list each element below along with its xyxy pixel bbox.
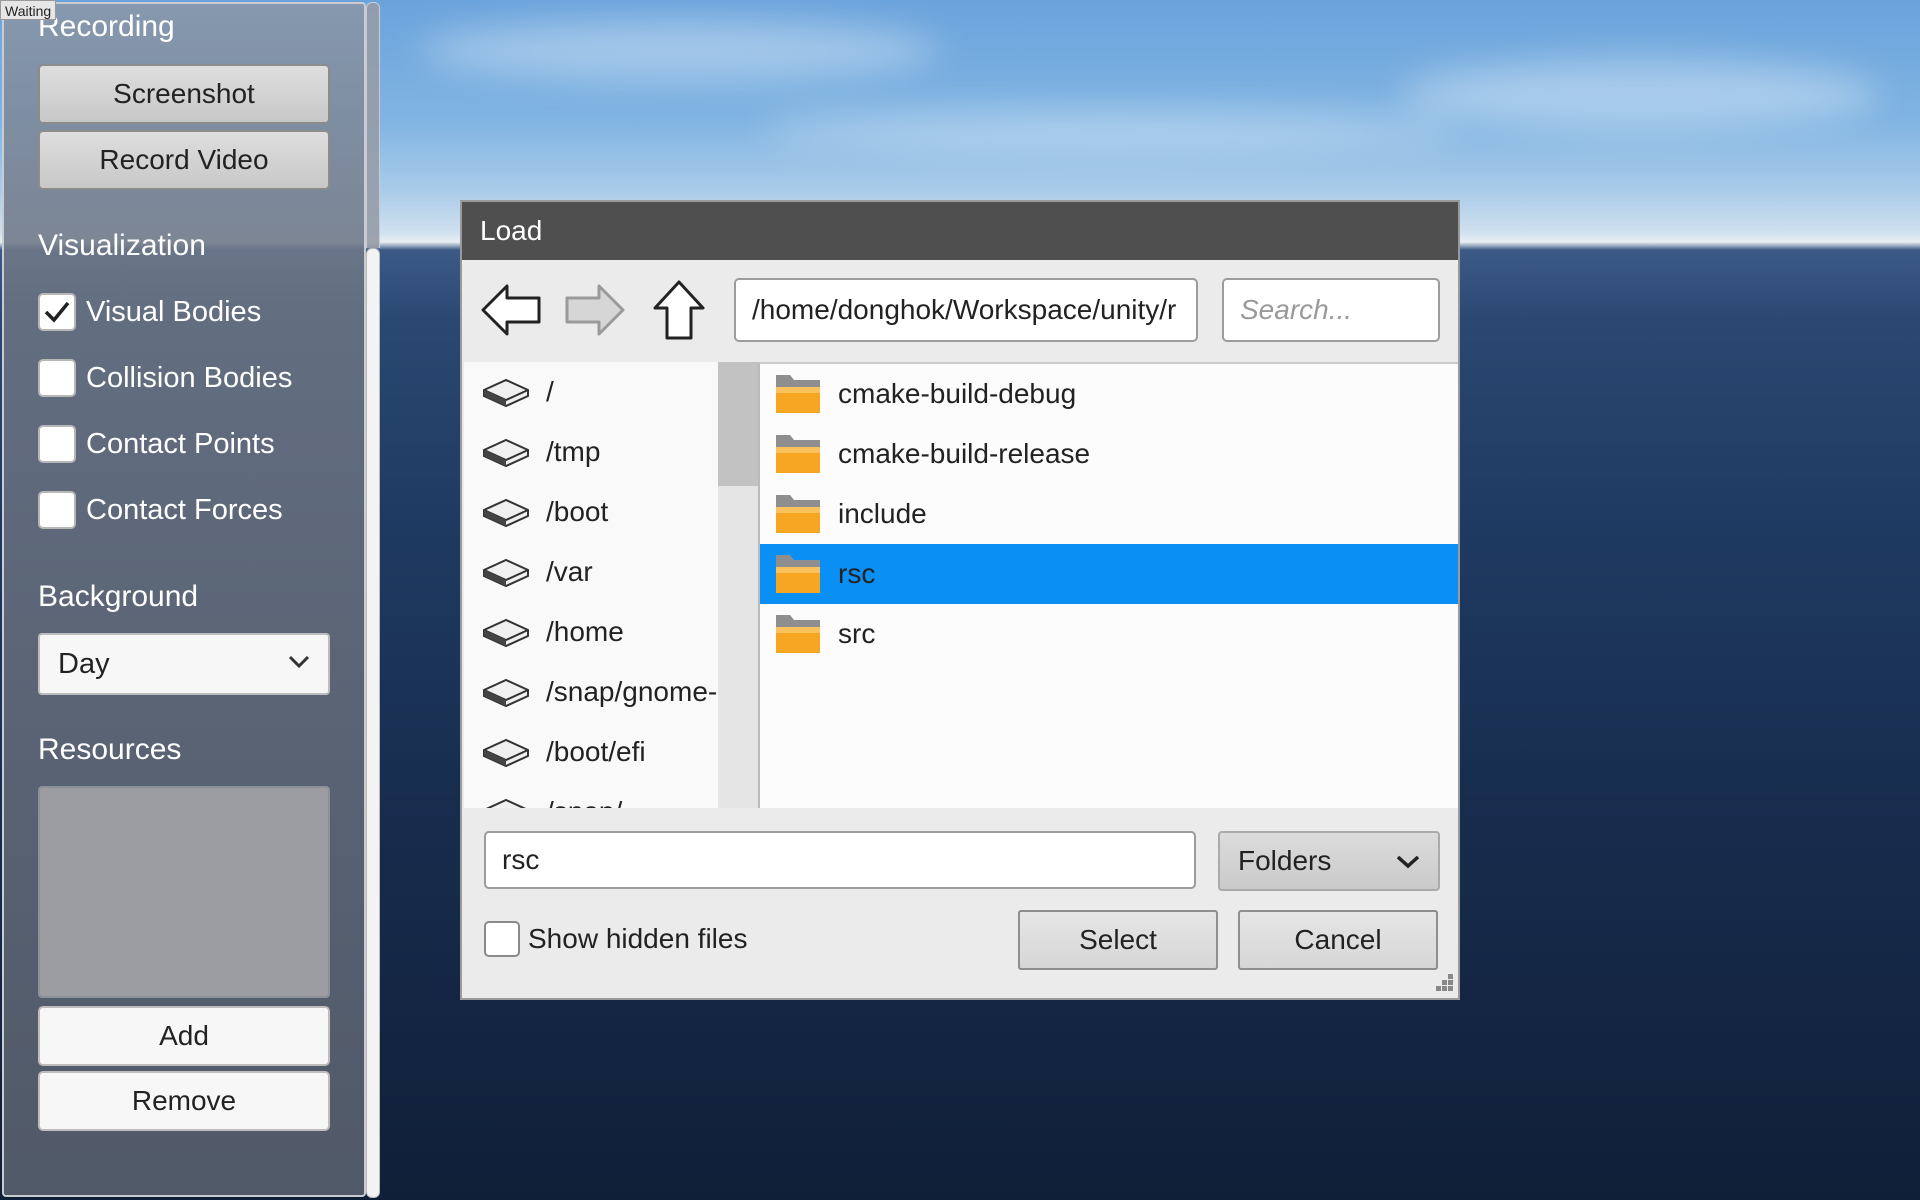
folder-name: rsc	[838, 558, 876, 589]
collision-bodies-checkbox[interactable]	[38, 359, 76, 397]
drive-icon	[483, 678, 529, 708]
folder-name: cmake-build-release	[838, 438, 1091, 469]
resize-grip-icon[interactable]	[1430, 970, 1456, 996]
place-label: /boot/efi	[546, 736, 646, 767]
select-button[interactable]: Select	[1018, 910, 1218, 970]
load-dialog: Load /home/donghok/Workspace/unity/r Sea…	[460, 200, 1460, 1000]
contact-forces-checkbox[interactable]	[38, 491, 76, 529]
folder-item[interactable]: cmake-build-release	[760, 424, 1458, 484]
search-input[interactable]: Search...	[1222, 278, 1440, 342]
add-button[interactable]: Add	[38, 1006, 330, 1066]
place-item[interactable]: /boot/efi	[482, 722, 646, 782]
resources-title: Resources	[38, 733, 182, 766]
place-label: /home	[546, 616, 624, 647]
drive-icon	[483, 498, 529, 528]
background-dropdown[interactable]: Day	[38, 633, 330, 695]
file-type-dropdown[interactable]: Folders	[1218, 831, 1440, 891]
dialog-titlebar[interactable]: Load	[462, 202, 1458, 260]
arrow-right-icon	[565, 284, 625, 336]
drive-icon	[485, 798, 527, 808]
contact-points-checkbox[interactable]	[38, 425, 76, 463]
folder-item[interactable]: include	[760, 484, 1458, 544]
drive-icon	[483, 438, 529, 468]
visualization-title: Visualization	[38, 229, 206, 262]
arrow-left-icon	[481, 284, 541, 336]
path-input[interactable]: /home/donghok/Workspace/unity/r	[734, 278, 1198, 342]
place-item[interactable]: /boot	[482, 482, 608, 542]
collision-bodies-option[interactable]: Collision Bodies	[38, 357, 292, 399]
folder-item[interactable]: cmake-build-debug	[760, 364, 1458, 424]
forward-button[interactable]	[562, 278, 628, 342]
collision-bodies-label: Collision Bodies	[86, 361, 293, 394]
filename-input[interactable]: rsc	[484, 831, 1196, 889]
cancel-button[interactable]: Cancel	[1238, 910, 1438, 970]
cloud	[760, 110, 1460, 150]
remove-button[interactable]: Remove	[38, 1071, 330, 1131]
contact-forces-label: Contact Forces	[86, 493, 283, 526]
visual-bodies-checkbox[interactable]	[38, 293, 76, 331]
folder-icon	[776, 555, 820, 593]
place-item[interactable]: /	[482, 362, 554, 422]
contact-points-label: Contact Points	[86, 427, 275, 460]
chevron-down-icon	[288, 655, 310, 669]
arrow-up-icon	[653, 280, 705, 340]
up-button[interactable]	[646, 278, 712, 342]
place-item[interactable]: /tmp	[482, 422, 600, 482]
folder-icon	[776, 495, 820, 533]
panel-scrollbar-track[interactable]	[366, 2, 380, 248]
drive-icon	[483, 738, 529, 768]
places-list[interactable]: / /tmp /boot /var /home /snap/gnome-l /b…	[464, 362, 720, 808]
drive-icon	[483, 378, 529, 408]
folder-item[interactable]: src	[760, 604, 1458, 664]
checkmark-icon	[44, 301, 70, 323]
background-title: Background	[38, 580, 199, 613]
resources-list[interactable]	[38, 786, 330, 998]
visual-bodies-option[interactable]: Visual Bodies	[38, 291, 261, 333]
place-label: /boot	[546, 496, 609, 527]
place-item[interactable]: /home	[482, 602, 624, 662]
show-hidden-checkbox[interactable]	[484, 921, 520, 957]
folder-icon	[776, 375, 820, 413]
contact-points-option[interactable]: Contact Points	[38, 423, 275, 465]
back-button[interactable]	[478, 278, 544, 342]
cloud	[1400, 60, 1880, 130]
place-label: /snap/gnome-l	[546, 676, 720, 707]
folder-item-selected[interactable]: rsc	[760, 544, 1458, 604]
place-item[interactable]: /snap/gnome-l	[482, 662, 720, 722]
contact-forces-option[interactable]: Contact Forces	[38, 489, 283, 531]
place-label: /tmp	[546, 436, 601, 467]
screenshot-button[interactable]: Screenshot	[38, 64, 330, 124]
record-video-button[interactable]: Record Video	[38, 130, 330, 190]
drive-icon	[483, 558, 529, 588]
status-tag: Waiting	[0, 0, 57, 20]
place-item[interactable]: /var	[482, 542, 593, 602]
background-value: Day	[58, 647, 110, 680]
recording-title: Recording	[38, 10, 175, 43]
show-hidden-option[interactable]: Show hidden files	[484, 919, 747, 959]
folder-name: include	[838, 498, 927, 529]
chevron-down-icon	[1396, 855, 1420, 869]
places-scrollbar-thumb[interactable]	[718, 362, 758, 486]
folder-icon	[776, 435, 820, 473]
folder-icon	[776, 615, 820, 653]
place-item[interactable]: /snap/...	[482, 782, 646, 808]
folder-name: cmake-build-debug	[838, 378, 1077, 409]
dialog-title: Load	[480, 215, 543, 246]
place-label: /	[546, 376, 554, 407]
file-type-value: Folders	[1238, 845, 1332, 876]
show-hidden-label: Show hidden files	[528, 923, 748, 954]
place-label: /snap/...	[546, 796, 646, 808]
place-label: /var	[546, 556, 593, 587]
cloud	[420, 20, 940, 80]
folder-name: src	[838, 618, 876, 649]
panel-scrollbar-thumb[interactable]	[366, 248, 380, 1198]
visual-bodies-label: Visual Bodies	[86, 295, 262, 328]
drive-icon	[483, 618, 529, 648]
files-list[interactable]: cmake-build-debug cmake-build-release in…	[758, 362, 1458, 808]
